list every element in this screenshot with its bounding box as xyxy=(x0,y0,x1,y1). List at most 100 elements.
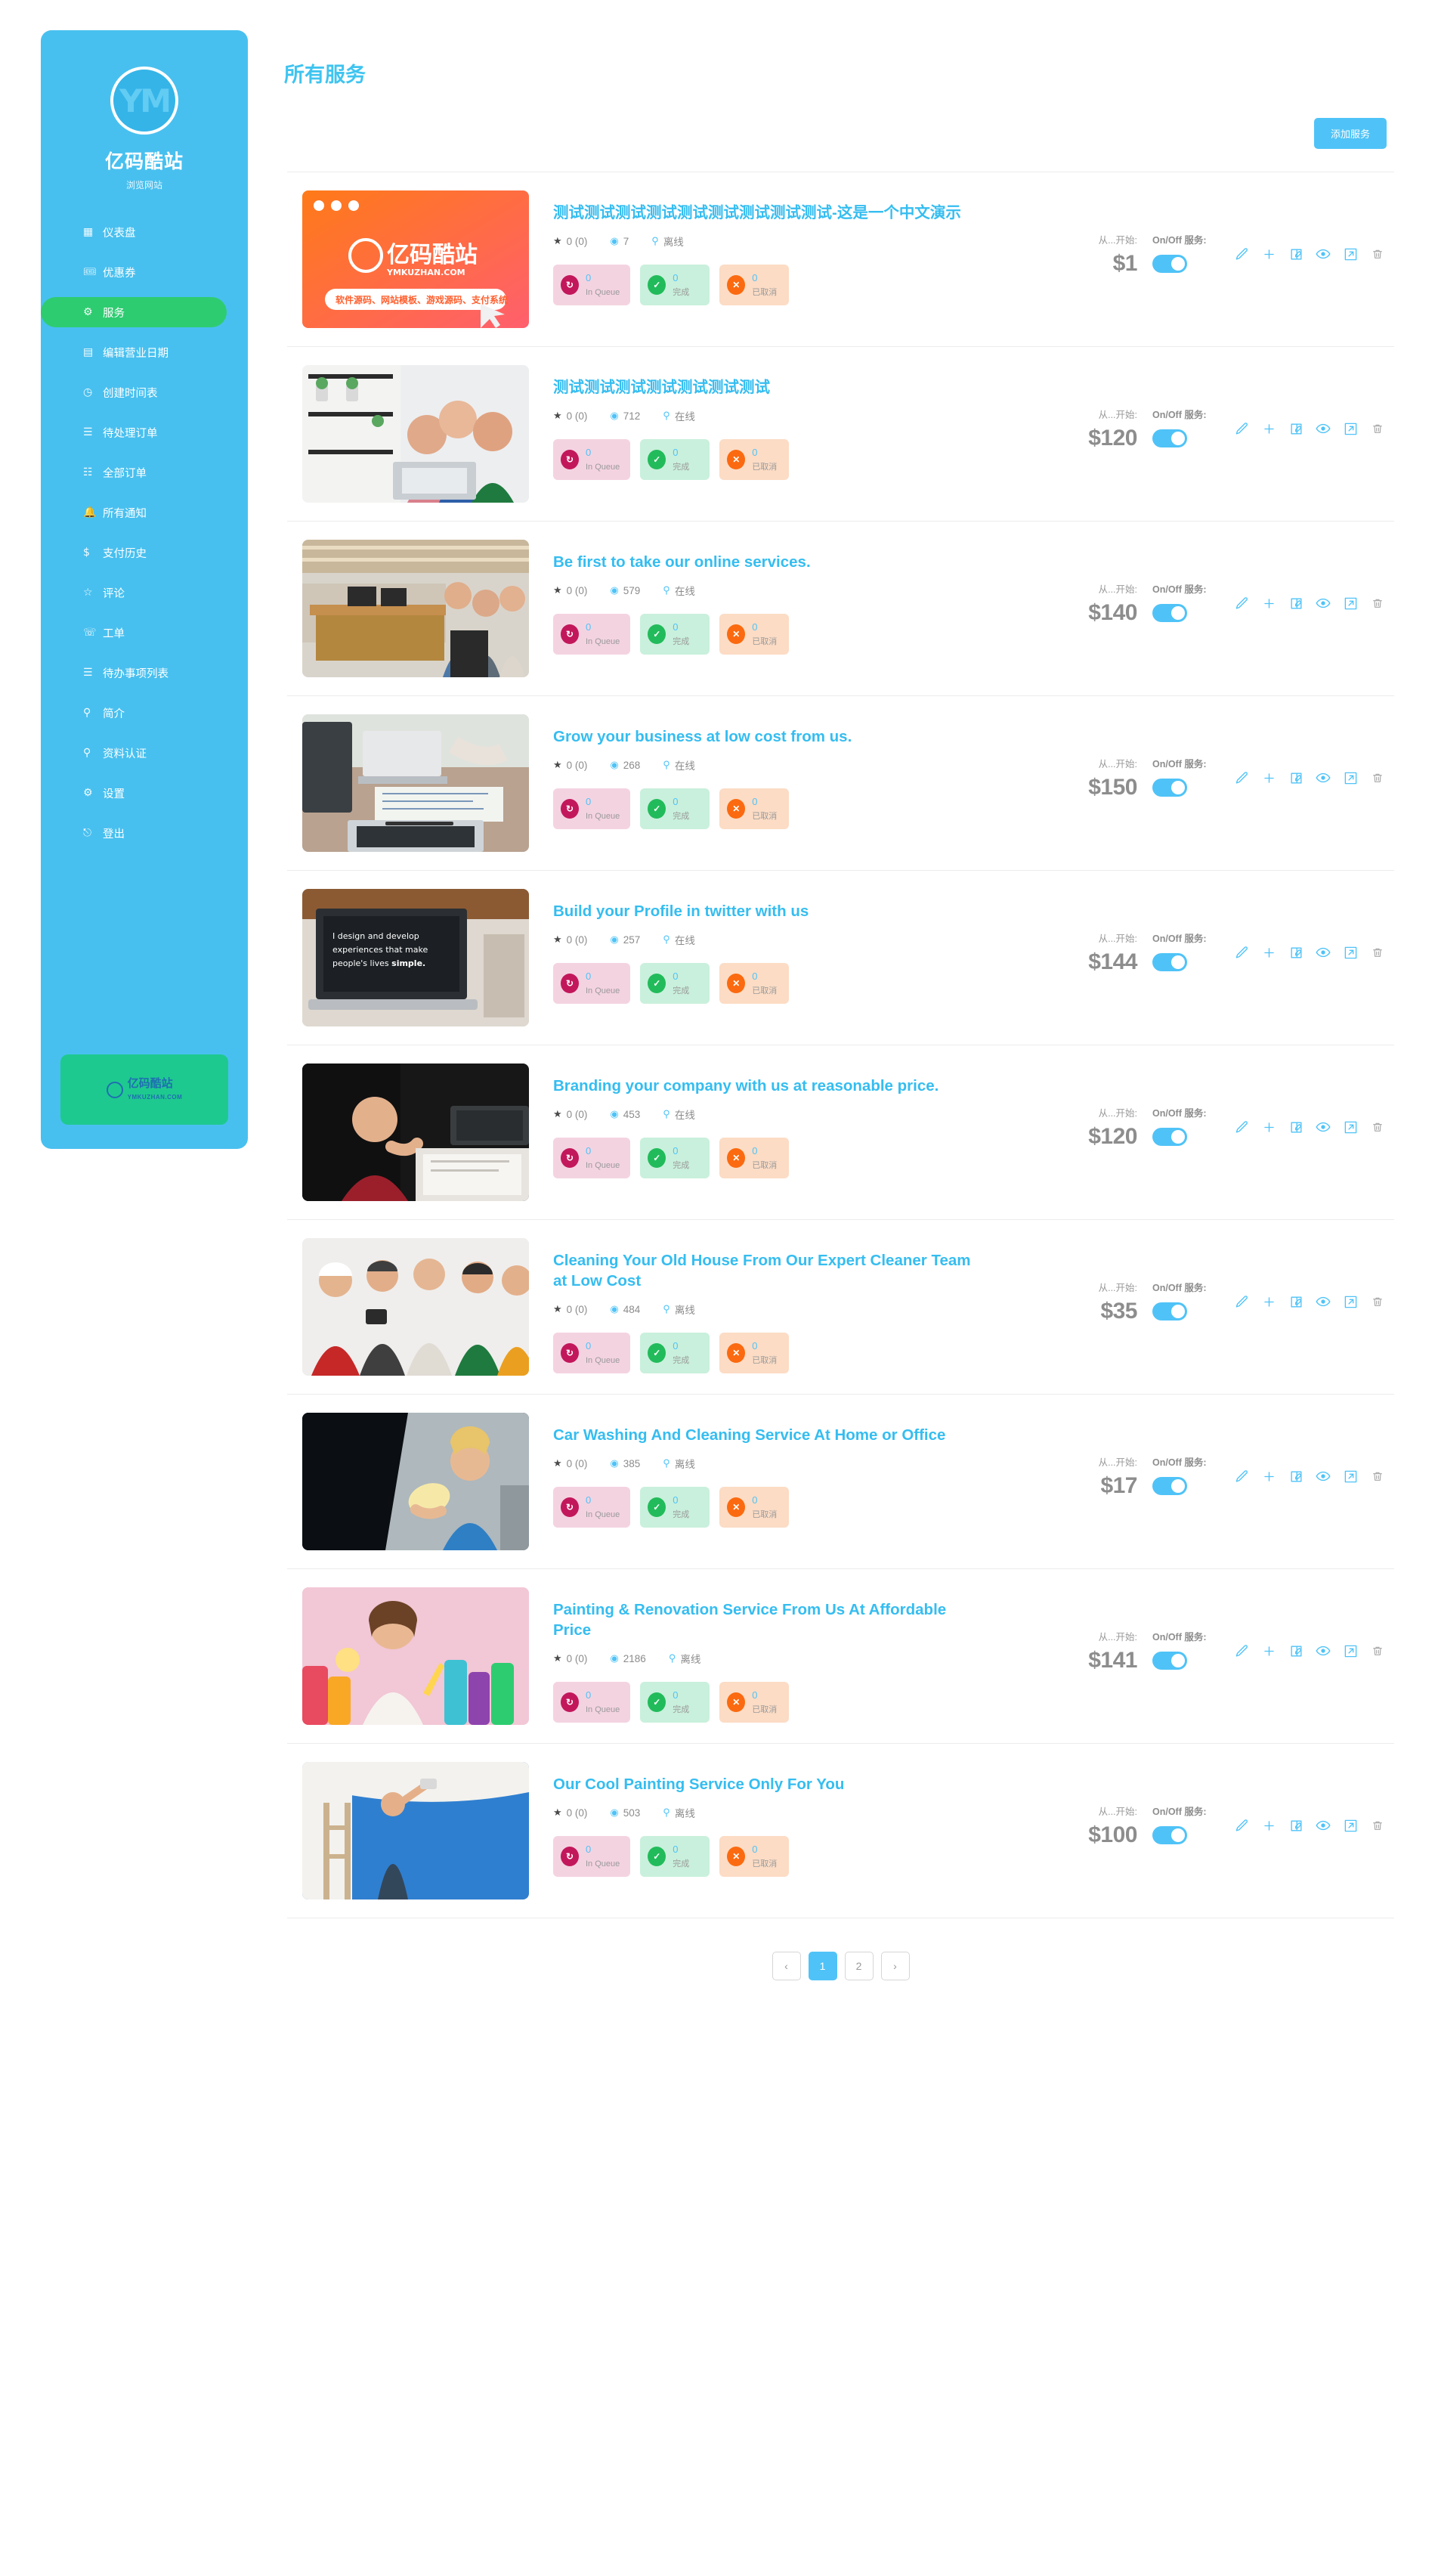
compose-icon[interactable] xyxy=(1288,770,1303,785)
delete-trash-icon[interactable] xyxy=(1370,1469,1385,1484)
open-external-icon[interactable] xyxy=(1343,1119,1358,1135)
add-plus-icon[interactable] xyxy=(1261,1119,1276,1135)
service-thumbnail[interactable]: I design and develop experiences that ma… xyxy=(302,889,529,1026)
service-onoff-toggle[interactable] xyxy=(1152,603,1187,622)
service-title[interactable]: Car Washing And Cleaning Service At Home… xyxy=(553,1425,976,1445)
service-title[interactable]: Build your Profile in twitter with us xyxy=(553,901,976,921)
edit-pencil-icon[interactable] xyxy=(1234,421,1249,436)
preview-eye-icon[interactable] xyxy=(1316,596,1331,611)
service-onoff-toggle[interactable] xyxy=(1152,254,1187,273)
delete-trash-icon[interactable] xyxy=(1370,1119,1385,1135)
open-external-icon[interactable] xyxy=(1343,596,1358,611)
open-external-icon[interactable] xyxy=(1343,421,1358,436)
compose-icon[interactable] xyxy=(1288,1119,1303,1135)
sidebar-item-14[interactable]: ⚙ 设置 xyxy=(41,778,248,808)
preview-eye-icon[interactable] xyxy=(1316,1818,1331,1833)
service-thumbnail[interactable] xyxy=(302,1762,529,1899)
sidebar-item-2[interactable]: ⚙ 服务 xyxy=(41,297,227,327)
service-title[interactable]: Our Cool Painting Service Only For You xyxy=(553,1774,976,1794)
service-onoff-toggle[interactable] xyxy=(1152,952,1187,971)
add-plus-icon[interactable] xyxy=(1261,596,1276,611)
service-thumbnail[interactable] xyxy=(302,1413,529,1550)
service-title[interactable]: Grow your business at low cost from us. xyxy=(553,726,976,747)
add-plus-icon[interactable] xyxy=(1261,421,1276,436)
pagination-next-button[interactable]: › xyxy=(880,1952,910,1980)
service-thumbnail[interactable] xyxy=(302,1064,529,1201)
add-plus-icon[interactable] xyxy=(1261,945,1276,960)
compose-icon[interactable] xyxy=(1288,1643,1303,1658)
service-onoff-toggle[interactable] xyxy=(1152,1302,1187,1321)
compose-icon[interactable] xyxy=(1288,945,1303,960)
edit-pencil-icon[interactable] xyxy=(1234,1469,1249,1484)
edit-pencil-icon[interactable] xyxy=(1234,1119,1249,1135)
service-thumbnail[interactable] xyxy=(302,540,529,677)
preview-eye-icon[interactable] xyxy=(1316,1643,1331,1658)
sidebar-promo-banner[interactable]: 亿码酷站 YMKUZHAN.COM xyxy=(60,1054,228,1125)
sidebar-item-1[interactable]: 🎟 优惠券 xyxy=(41,257,248,287)
open-external-icon[interactable] xyxy=(1343,770,1358,785)
add-plus-icon[interactable] xyxy=(1261,1818,1276,1833)
service-onoff-toggle[interactable] xyxy=(1152,1825,1187,1844)
delete-trash-icon[interactable] xyxy=(1370,1643,1385,1658)
add-plus-icon[interactable] xyxy=(1261,1294,1276,1309)
sidebar-item-11[interactable]: ☰ 待办事项列表 xyxy=(41,658,248,688)
open-external-icon[interactable] xyxy=(1343,1818,1358,1833)
service-onoff-toggle[interactable] xyxy=(1152,1476,1187,1495)
sidebar-item-8[interactable]: $ 支付历史 xyxy=(41,537,248,568)
service-onoff-toggle[interactable] xyxy=(1152,778,1187,797)
preview-eye-icon[interactable] xyxy=(1316,1119,1331,1135)
service-thumbnail[interactable] xyxy=(302,365,529,503)
service-onoff-toggle[interactable] xyxy=(1152,1651,1187,1670)
add-plus-icon[interactable] xyxy=(1261,1469,1276,1484)
preview-eye-icon[interactable] xyxy=(1316,770,1331,785)
edit-pencil-icon[interactable] xyxy=(1234,1643,1249,1658)
delete-trash-icon[interactable] xyxy=(1370,1818,1385,1833)
compose-icon[interactable] xyxy=(1288,1294,1303,1309)
preview-eye-icon[interactable] xyxy=(1316,945,1331,960)
service-title[interactable]: 测试测试测试测试测试测试测试 xyxy=(553,377,976,398)
service-thumbnail[interactable] xyxy=(302,714,529,852)
add-plus-icon[interactable] xyxy=(1261,246,1276,262)
open-external-icon[interactable] xyxy=(1343,1294,1358,1309)
sidebar-item-0[interactable]: ▦ 仪表盘 xyxy=(41,217,248,247)
preview-eye-icon[interactable] xyxy=(1316,1469,1331,1484)
delete-trash-icon[interactable] xyxy=(1370,945,1385,960)
service-title[interactable]: Painting & Renovation Service From Us At… xyxy=(553,1599,976,1640)
edit-pencil-icon[interactable] xyxy=(1234,596,1249,611)
service-title[interactable]: Cleaning Your Old House From Our Expert … xyxy=(553,1250,976,1291)
sidebar-item-5[interactable]: ☰ 待处理订单 xyxy=(41,417,248,447)
delete-trash-icon[interactable] xyxy=(1370,246,1385,262)
edit-pencil-icon[interactable] xyxy=(1234,945,1249,960)
service-onoff-toggle[interactable] xyxy=(1152,429,1187,447)
service-thumbnail[interactable] xyxy=(302,1238,529,1376)
edit-pencil-icon[interactable] xyxy=(1234,1294,1249,1309)
compose-icon[interactable] xyxy=(1288,1818,1303,1833)
sidebar-item-4[interactable]: ◷ 创建时间表 xyxy=(41,377,248,407)
preview-eye-icon[interactable] xyxy=(1316,421,1331,436)
compose-icon[interactable] xyxy=(1288,1469,1303,1484)
sidebar-item-3[interactable]: ▤ 编辑营业日期 xyxy=(41,337,248,367)
preview-eye-icon[interactable] xyxy=(1316,1294,1331,1309)
open-external-icon[interactable] xyxy=(1343,1643,1358,1658)
service-thumbnail[interactable]: 亿码酷站 YMKUZHAN.COM 软件源码、网站模板、游戏源码、支付系统 xyxy=(302,190,529,328)
service-title[interactable]: Branding your company with us at reasona… xyxy=(553,1076,976,1096)
sidebar-item-15[interactable]: ⎋ 登出 xyxy=(41,818,248,848)
compose-icon[interactable] xyxy=(1288,596,1303,611)
edit-pencil-icon[interactable] xyxy=(1234,246,1249,262)
delete-trash-icon[interactable] xyxy=(1370,421,1385,436)
delete-trash-icon[interactable] xyxy=(1370,770,1385,785)
open-external-icon[interactable] xyxy=(1343,246,1358,262)
edit-pencil-icon[interactable] xyxy=(1234,1818,1249,1833)
sidebar-item-13[interactable]: ⚲ 资料认证 xyxy=(41,738,248,768)
pagination-page-1[interactable]: 1 xyxy=(808,1952,837,1980)
pagination-page-2[interactable]: 2 xyxy=(844,1952,874,1980)
service-onoff-toggle[interactable] xyxy=(1152,1127,1187,1146)
add-plus-icon[interactable] xyxy=(1261,770,1276,785)
add-plus-icon[interactable] xyxy=(1261,1643,1276,1658)
compose-icon[interactable] xyxy=(1288,421,1303,436)
sidebar-item-10[interactable]: ☏ 工单 xyxy=(41,618,248,648)
compose-icon[interactable] xyxy=(1288,246,1303,262)
add-service-button[interactable]: 添加服务 xyxy=(1313,118,1387,149)
delete-trash-icon[interactable] xyxy=(1370,596,1385,611)
sidebar-brand[interactable]: YM 亿码酷站 浏览网站 xyxy=(41,30,248,191)
